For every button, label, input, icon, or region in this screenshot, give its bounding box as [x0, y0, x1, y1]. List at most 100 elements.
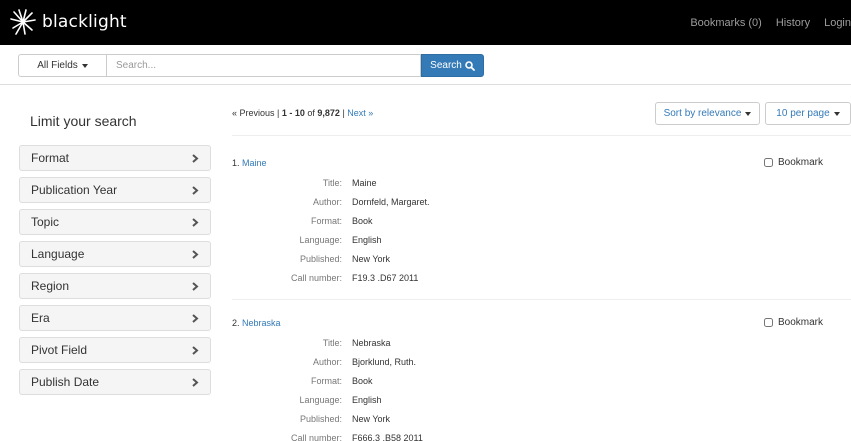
search-button-label: Search [430, 60, 462, 71]
field-label: Format: [310, 376, 342, 386]
sort-dropdown-label: Sort by relevance [663, 108, 742, 119]
field-label: Call number: [290, 433, 342, 441]
field-value: English [352, 395, 382, 405]
field-value: F19.3 .D67 2011 [352, 273, 419, 283]
chevron-right-icon [192, 345, 199, 355]
field-label: Language: [299, 395, 342, 405]
facet-region[interactable]: Region [19, 273, 211, 299]
document-fields: Title: Nebraska Author: Bjorklund, Ruth. F… [232, 338, 632, 441]
bookmark-checkbox[interactable] [764, 318, 773, 327]
login-link[interactable]: Login [817, 17, 851, 29]
field-row: Language: English [232, 395, 632, 414]
field-row: Author: Bjorklund, Ruth. [232, 357, 632, 376]
facet-label: Format [31, 151, 70, 165]
field-label: Title: [322, 338, 342, 348]
chevron-right-icon [192, 313, 199, 323]
results-divider [232, 135, 851, 136]
field-value: Nebraska [352, 338, 391, 348]
field-row: Title: Maine [232, 178, 632, 197]
per-page-dropdown-label: 10 per page [776, 108, 830, 119]
field-row: Call number: F19.3 .D67 2011 [232, 273, 632, 292]
field-row: Format: Book [232, 216, 632, 235]
facet-label: Publish Date [31, 375, 100, 389]
facet-format[interactable]: Format [19, 145, 211, 171]
field-row: Call number: F666.3 .B58 2011 [232, 433, 632, 441]
field-value: Maine [352, 178, 377, 188]
document-divider [232, 299, 851, 300]
caret-down-icon [745, 111, 752, 116]
top-navbar: blacklight Bookmarks (0) History Login [0, 0, 851, 45]
field-label: Language: [299, 235, 342, 245]
field-value: Book [352, 376, 373, 386]
document-title-link[interactable]: Maine [242, 158, 267, 168]
field-row: Author: Dornfeld, Margaret. [232, 197, 632, 216]
facet-list: Format Publication Year Topic Language R… [19, 145, 211, 401]
search-bar: All Fields Search [0, 45, 851, 85]
search-button[interactable]: Search [421, 54, 484, 77]
chevron-right-icon [192, 281, 199, 291]
field-row: Title: Nebraska [232, 338, 632, 357]
field-label: Title: [322, 178, 342, 188]
field-value: English [352, 235, 382, 245]
facet-era[interactable]: Era [19, 305, 211, 331]
bookmark-toggle[interactable]: Bookmark [764, 157, 823, 168]
field-row: Published: New York [232, 254, 632, 273]
bookmark-toggle[interactable]: Bookmark [764, 317, 823, 328]
field-label: Author: [312, 357, 342, 367]
chevron-right-icon [192, 217, 199, 227]
facet-topic[interactable]: Topic [19, 209, 211, 235]
previous-link: « Previous [232, 108, 275, 118]
history-link[interactable]: History [769, 17, 817, 29]
search-input[interactable] [107, 54, 421, 77]
document-title: 1. Maine [232, 158, 267, 168]
nav-links: Bookmarks (0) History Login [683, 0, 851, 45]
pager-separator: | [274, 108, 282, 118]
facet-label: Language [31, 247, 85, 261]
chevron-right-icon [192, 153, 199, 163]
pager-of: of [304, 108, 318, 118]
facet-language[interactable]: Language [19, 241, 211, 267]
document-index: 2. [232, 318, 240, 328]
chevron-right-icon [192, 377, 199, 387]
pagination-info: « Previous | 1 - 10 of 9,872 | Next » [232, 108, 373, 118]
sort-dropdown[interactable]: Sort by relevance [655, 102, 760, 125]
pager-range: 1 - 10 [281, 108, 305, 118]
field-row: Format: Book [232, 376, 632, 395]
bookmarks-link[interactable]: Bookmarks (0) [683, 17, 769, 29]
facet-pivot-field[interactable]: Pivot Field [19, 337, 211, 363]
facet-label: Pivot Field [31, 343, 88, 357]
caret-down-icon [81, 63, 88, 68]
facet-publication-year[interactable]: Publication Year [19, 177, 211, 203]
bookmark-checkbox[interactable] [764, 158, 773, 167]
facet-label: Publication Year [31, 183, 118, 197]
document-title-link[interactable]: Nebraska [242, 318, 281, 328]
field-row: Published: New York [232, 414, 632, 433]
chevron-right-icon [192, 185, 199, 195]
document-fields: Title: Maine Author: Dornfeld, Margaret. F… [232, 178, 632, 292]
field-value: New York [352, 414, 391, 424]
chevron-right-icon [192, 249, 199, 259]
field-value: Book [352, 216, 373, 226]
pager-total: 9,872 [317, 108, 340, 118]
sidebar-title: Limit your search [30, 113, 137, 129]
field-label: Published: [299, 414, 342, 424]
field-label: Author: [312, 197, 342, 207]
per-page-dropdown[interactable]: 10 per page [765, 102, 851, 125]
next-link[interactable]: Next » [347, 108, 373, 118]
search-field-select[interactable]: All Fields [18, 54, 107, 77]
search-field-select-label: All Fields [37, 60, 78, 71]
search-icon [465, 60, 475, 71]
blacklight-logo-icon [10, 9, 36, 35]
field-row: Language: English [232, 235, 632, 254]
field-value: F666.3 .B58 2011 [352, 433, 423, 441]
field-label: Published: [299, 254, 342, 264]
field-value: New York [352, 254, 391, 264]
document-index: 1. [232, 158, 240, 168]
facet-publish-date[interactable]: Publish Date [19, 369, 211, 395]
facet-label: Era [31, 311, 50, 325]
facet-label: Region [31, 279, 70, 293]
field-value: Dornfeld, Margaret. [352, 197, 430, 207]
caret-down-icon [833, 111, 840, 116]
brand-link[interactable]: blacklight [10, 8, 127, 36]
field-label: Format: [310, 216, 342, 226]
